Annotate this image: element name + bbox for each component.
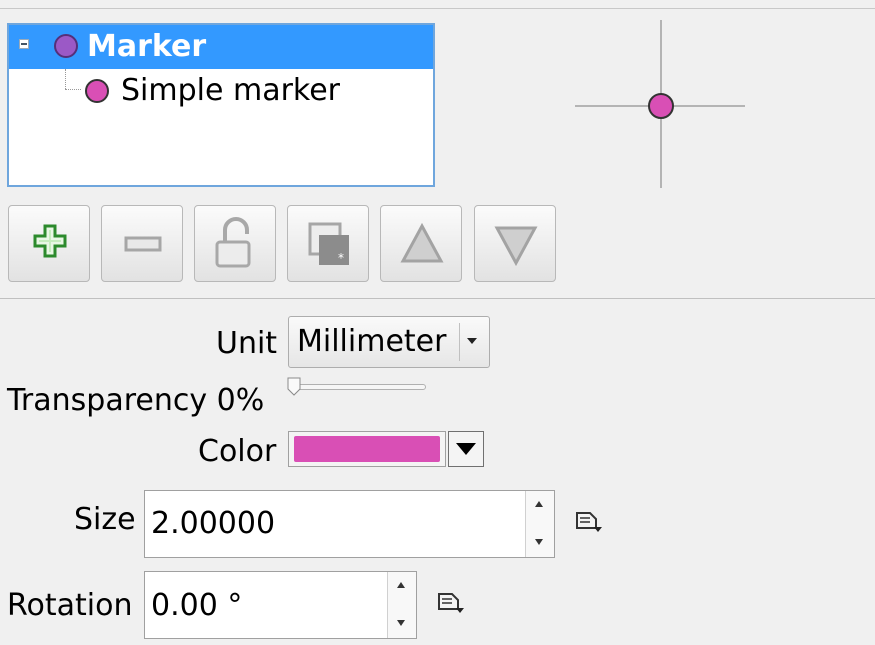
rotation-value: 0.00 ° [151, 588, 243, 623]
tree-connector [65, 89, 81, 91]
unit-label: Unit [216, 326, 278, 361]
svg-text:*: * [338, 251, 344, 265]
duplicate-layer-button[interactable]: * [287, 205, 369, 282]
spin-down-icon[interactable] [397, 620, 405, 626]
triangle-down-icon [494, 226, 538, 267]
size-value: 2.00000 [151, 506, 276, 541]
color-swatch [294, 436, 440, 462]
data-defined-override-icon[interactable] [436, 591, 466, 615]
top-divider [0, 8, 875, 9]
move-down-button[interactable] [474, 205, 556, 282]
symbol-preview [575, 20, 747, 190]
spin-up-icon[interactable] [535, 501, 543, 507]
plus-icon [33, 224, 67, 258]
spin-buttons [525, 491, 554, 557]
size-label: Size [74, 502, 136, 537]
spin-up-icon[interactable] [397, 582, 405, 588]
slider-handle[interactable] [287, 377, 301, 397]
duplicate-icon: * [308, 222, 349, 265]
tree-row-marker[interactable]: Marker [9, 25, 433, 69]
spin-down-icon[interactable] [535, 539, 543, 545]
section-divider [0, 298, 875, 299]
collapse-icon[interactable] [19, 39, 29, 49]
tree-label-simple-marker: Simple marker [121, 73, 341, 108]
color-label: Color [198, 434, 277, 469]
select-divider [459, 323, 460, 361]
triangle-up-icon [400, 222, 444, 263]
size-spinbox[interactable]: 2.00000 [144, 490, 555, 558]
transparency-label: Transparency 0% [7, 383, 265, 418]
minus-icon [124, 236, 162, 252]
crosshair-marker-preview [575, 20, 745, 188]
lock-layer-button[interactable] [194, 205, 276, 282]
add-layer-button[interactable] [8, 205, 90, 282]
unit-value: Millimeter [297, 324, 447, 359]
chevron-down-icon [467, 338, 477, 344]
move-up-button[interactable] [380, 205, 462, 282]
symbol-layer-tree[interactable]: Marker Simple marker [7, 23, 435, 187]
data-defined-override-icon[interactable] [574, 510, 604, 534]
remove-layer-button[interactable] [101, 205, 183, 282]
unit-select[interactable]: Millimeter [288, 316, 490, 368]
magenta-circle-icon [85, 79, 109, 103]
tree-label-marker: Marker [87, 29, 207, 64]
rotation-spinbox[interactable]: 0.00 ° [144, 571, 417, 639]
tree-connector [65, 69, 67, 89]
color-button[interactable] [288, 431, 446, 467]
rotation-label: Rotation [7, 588, 133, 623]
spin-buttons [387, 572, 416, 638]
color-menu-button[interactable] [448, 431, 484, 467]
purple-circle-icon [54, 34, 78, 58]
unlock-icon [215, 217, 251, 268]
transparency-slider[interactable] [290, 384, 426, 390]
